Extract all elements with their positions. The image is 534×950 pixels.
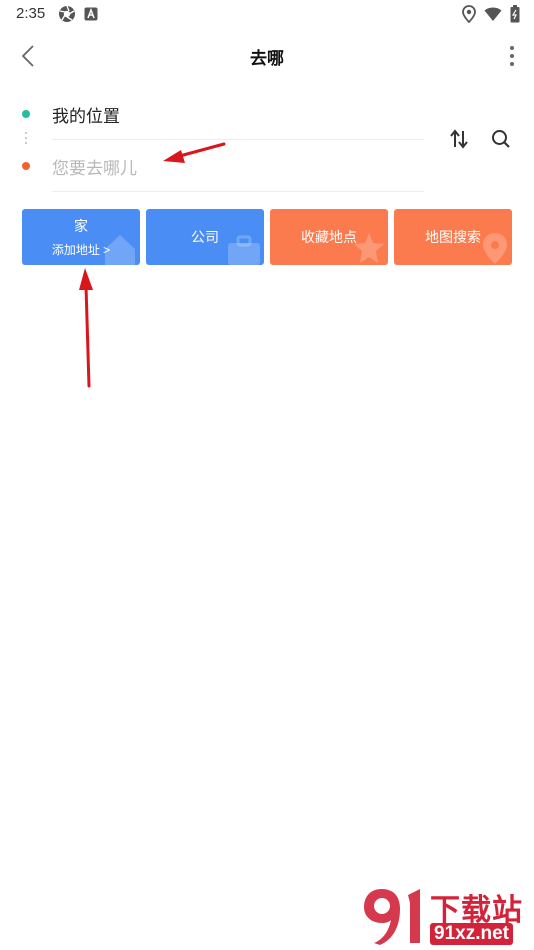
status-right-icons <box>462 5 520 28</box>
more-options-button[interactable] <box>504 42 520 70</box>
route-search-button[interactable] <box>488 126 514 152</box>
app-notification-icon <box>84 7 98 26</box>
route-connector-dot <box>25 142 27 144</box>
briefcase-icon <box>228 235 260 265</box>
map-search-label: 地图搜索 <box>425 229 481 245</box>
add-address-link: 添加地址 > <box>51 243 111 257</box>
aperture-icon <box>58 5 76 28</box>
status-time: 2:35 <box>16 5 46 22</box>
site-watermark: 下载站 91xz.net <box>360 885 532 947</box>
star-icon <box>354 233 384 263</box>
status-bar: 2:35 <box>0 0 534 28</box>
watermark-domain: 91xz.net <box>430 923 513 945</box>
route-panel: 我的位置 您要去哪儿 <box>0 90 534 200</box>
route-connector-dot <box>25 132 27 134</box>
swap-route-button[interactable] <box>446 126 472 152</box>
home-shortcut-button[interactable]: 家 添加地址 > <box>22 209 140 265</box>
route-connector-dot <box>25 137 27 139</box>
header-bar: 去哪 <box>0 30 534 80</box>
destination-placeholder: 您要去哪儿 <box>52 159 137 178</box>
status-left-icons <box>58 5 98 28</box>
favorites-label: 收藏地点 <box>301 229 357 245</box>
company-label: 公司 <box>191 229 219 245</box>
watermark-logo-icon <box>364 889 420 945</box>
arrow-to-home <box>79 268 93 388</box>
map-pin-icon <box>483 233 507 264</box>
map-search-shortcut-button[interactable]: 地图搜索 <box>394 209 512 265</box>
location-icon <box>462 5 476 28</box>
favorites-shortcut-button[interactable]: 收藏地点 <box>270 209 388 265</box>
start-point-dot <box>22 110 30 118</box>
search-icon <box>492 130 510 148</box>
shortcut-buttons: 家 添加地址 > 公司 收藏地点 地图搜索 <box>22 209 512 265</box>
start-location-text: 我的位置 <box>52 107 120 126</box>
more-vertical-icon <box>510 46 514 66</box>
page-title: 去哪 <box>250 49 284 68</box>
start-location-field[interactable]: 我的位置 <box>52 90 424 140</box>
home-label: 家 <box>74 218 88 234</box>
destination-input[interactable]: 您要去哪儿 <box>52 142 424 192</box>
company-shortcut-button[interactable]: 公司 <box>146 209 264 265</box>
wifi-icon <box>484 6 502 27</box>
swap-arrows-icon <box>450 129 468 149</box>
destination-point-dot <box>22 162 30 170</box>
battery-icon <box>510 5 520 28</box>
